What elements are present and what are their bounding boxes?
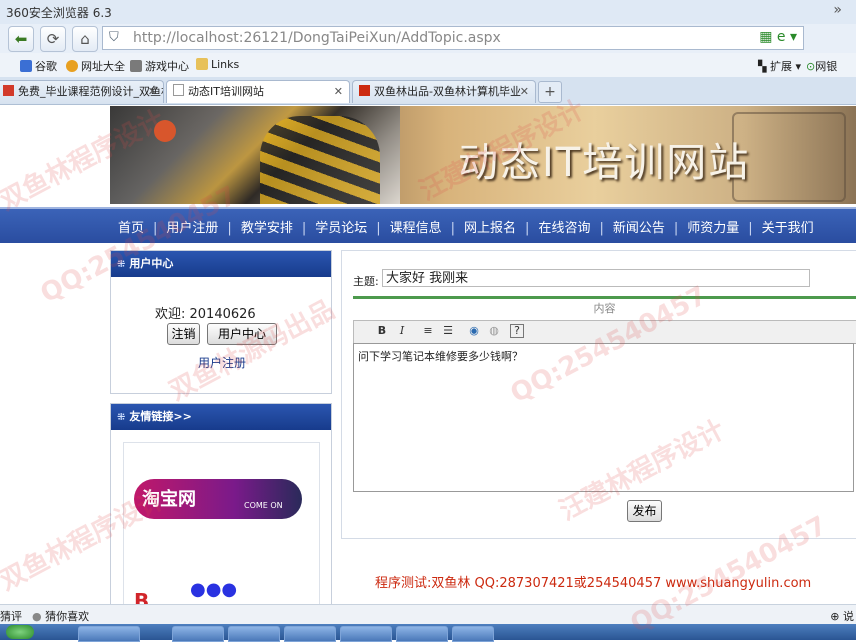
menu-home[interactable]: 首页 (118, 221, 144, 236)
online-bank-button[interactable]: ⊙网银 (806, 58, 837, 74)
friend-links-header: ⁜ 友情链接>> (111, 404, 331, 430)
taobao-link[interactable]: 淘宝网 COME ON (134, 479, 302, 519)
online-bank-icon: ⊙ (806, 60, 816, 73)
dot-icon: ● (32, 610, 46, 623)
back-button[interactable]: ⬅ (8, 26, 34, 52)
page-favicon-icon (173, 84, 184, 96)
browser-title: 360安全浏览器 6.3 (6, 6, 112, 20)
url-host: http://localhost (133, 30, 239, 46)
new-tab-button[interactable]: + (538, 81, 562, 103)
game-center-icon (130, 60, 142, 72)
security-shield-icon: ⛉ (109, 30, 119, 45)
bookmark-site-directory[interactable]: 网址大全 (66, 58, 125, 74)
menu-about[interactable]: 关于我们 (762, 221, 814, 236)
menu-register[interactable]: 用户注册 (166, 221, 218, 236)
taobao-logo-text: 淘宝网 (142, 489, 196, 510)
subject-input[interactable]: 大家好 我刚来 (382, 269, 810, 287)
menu-consult[interactable]: 在线咨询 (538, 221, 590, 236)
footer-text: 程序测试:双鱼林 QQ:287307421或254540457 www.shua… (375, 576, 812, 591)
google-icon (20, 60, 32, 72)
tab-shuangyulin[interactable]: 双鱼林出品-双鱼林计算机毕业 ✕ (352, 80, 536, 103)
insert-link-button[interactable]: ◉ (466, 323, 482, 339)
tab-close-icon[interactable]: ✕ (148, 81, 157, 103)
site-banner: 动态IT培训网站 (110, 106, 856, 204)
address-right-icons[interactable]: ▦ e ▾ (759, 29, 797, 45)
home-icon: ⌂ (80, 30, 90, 48)
basketball-icon (154, 120, 176, 142)
content-textarea[interactable]: 问下学习笔记本维修要多少钱啊？ (353, 343, 854, 492)
extensions-icon: ▚ (758, 60, 770, 73)
refresh-icon: ⟳ (46, 30, 60, 48)
bookmark-links[interactable]: Links (196, 58, 239, 71)
more-chevron-icon[interactable]: » (833, 2, 842, 18)
start-button-icon[interactable] (6, 625, 34, 639)
url-path: :26121/DongTaiPeiXun/AddTopic.aspx (238, 30, 501, 46)
tab-favicon-icon (3, 85, 14, 96)
extensions-button[interactable]: ▚ 扩展 ▾ (758, 58, 801, 74)
logout-button[interactable]: 注销 (167, 323, 200, 345)
taobao-sub-text: COME ON (244, 501, 283, 510)
home-button[interactable]: ⌂ (72, 26, 98, 52)
address-bar[interactable]: ⛉ http://localhost:26121/DongTaiPeiXun/A… (102, 26, 804, 50)
italic-button[interactable]: I (394, 323, 410, 339)
tab-close-icon[interactable]: ✕ (334, 81, 343, 103)
taskbar (0, 624, 856, 642)
guess-you-like[interactable]: ● 猜你喜欢 (32, 608, 89, 624)
folder-icon (196, 58, 208, 70)
browser-title-bar: 360安全浏览器 6.3 » (0, 0, 856, 25)
bookmark-game-center[interactable]: 游戏中心 (130, 58, 189, 74)
tab-free-course[interactable]: 免费_毕业课程范例设计_双鱼林 ✕ (0, 80, 164, 103)
menu-courses[interactable]: 课程信息 (390, 221, 442, 236)
subject-label: 主题: (353, 275, 379, 288)
back-arrow-icon: ⬅ (14, 30, 28, 48)
bookmarks-bar: 谷歌 网址大全 游戏中心 Links ▚ 扩展 ▾ ⊙网银 (0, 53, 856, 78)
grid-dots-icon: ⁜ (117, 259, 126, 270)
user-center-button[interactable]: 用户中心 (207, 323, 277, 345)
tab-close-icon[interactable]: ✕ (520, 81, 529, 103)
tab-strip: 免费_毕业课程范例设计_双鱼林 ✕ 动态IT培训网站 ✕ 双鱼林出品-双鱼林计算… (0, 77, 856, 105)
site-directory-icon (66, 60, 78, 72)
remove-link-button[interactable]: ◍ (486, 323, 502, 339)
tab-dynamic-it[interactable]: 动态IT培训网站 ✕ (166, 80, 350, 103)
help-button[interactable]: ? (510, 324, 524, 338)
banner-title: 动态IT培训网站 (458, 140, 751, 186)
user-center-panel: ⁜ 用户中心 欢迎: 20140626 注销 用户中心 用户注册 (110, 250, 332, 394)
menu-forum[interactable]: 学员论坛 (315, 221, 367, 236)
content-editor: 内容 B I ≡ ☰ ◉ ◍ ? 问下学习笔记本维修要多少钱啊？ (353, 296, 856, 494)
welcome-text: 欢迎: 20140626 (155, 307, 256, 322)
main-menu: 首页 | 用户注册 | 教学安排 | 学员论坛 | 课程信息 | 网上报名 | 在线咨询 | 新闻公告 | 师资… (0, 207, 856, 243)
url-text[interactable]: http://localhost:26121/DongTaiPeiXun/Add… (133, 30, 501, 46)
unordered-list-button[interactable]: ☰ (440, 323, 456, 339)
refresh-button[interactable]: ⟳ (40, 26, 66, 52)
bold-button[interactable]: B (374, 323, 390, 339)
plus-icon: + (544, 84, 556, 100)
grid-dots-icon: ⁜ (117, 412, 126, 423)
menu-schedule[interactable]: 教学安排 (241, 221, 293, 236)
banner-photo-person (260, 116, 380, 204)
ordered-list-button[interactable]: ≡ (420, 323, 436, 339)
tab-favicon-icon (359, 85, 370, 96)
status-right-item[interactable]: ⊕ 说 (830, 608, 854, 624)
editor-toolbar: B I ≡ ☰ ◉ ◍ ? (353, 320, 856, 344)
baidu-paw-icon: ●●● (190, 579, 238, 600)
menu-teachers[interactable]: 师资力量 (687, 221, 739, 236)
menu-signup[interactable]: 网上报名 (464, 221, 516, 236)
status-left-text: 猜评 (0, 610, 22, 623)
register-link[interactable]: 用户注册 (198, 354, 246, 371)
navigation-bar: ⬅ ⟳ ⌂ ⛉ http://localhost:26121/DongTaiPe… (0, 24, 856, 53)
friend-links-list: 淘宝网 COME ON B ●●● (123, 442, 320, 614)
bookmark-google[interactable]: 谷歌 (20, 58, 57, 74)
friend-links-panel: ⁜ 友情链接>> 淘宝网 COME ON B ●●● (110, 403, 332, 615)
user-center-header: ⁜ 用户中心 (111, 251, 331, 277)
menu-items: 首页 | 用户注册 | 教学安排 | 学员论坛 | 课程信息 | 网上报名 | 在线咨询 | 新闻公告 | 师资… (118, 221, 814, 236)
menu-news[interactable]: 新闻公告 (613, 221, 665, 236)
content-label: 内容 (353, 296, 856, 321)
status-bar: 猜评 ● 猜你喜欢 ⊕ 说 (0, 604, 856, 625)
publish-button[interactable]: 发布 (627, 500, 662, 522)
